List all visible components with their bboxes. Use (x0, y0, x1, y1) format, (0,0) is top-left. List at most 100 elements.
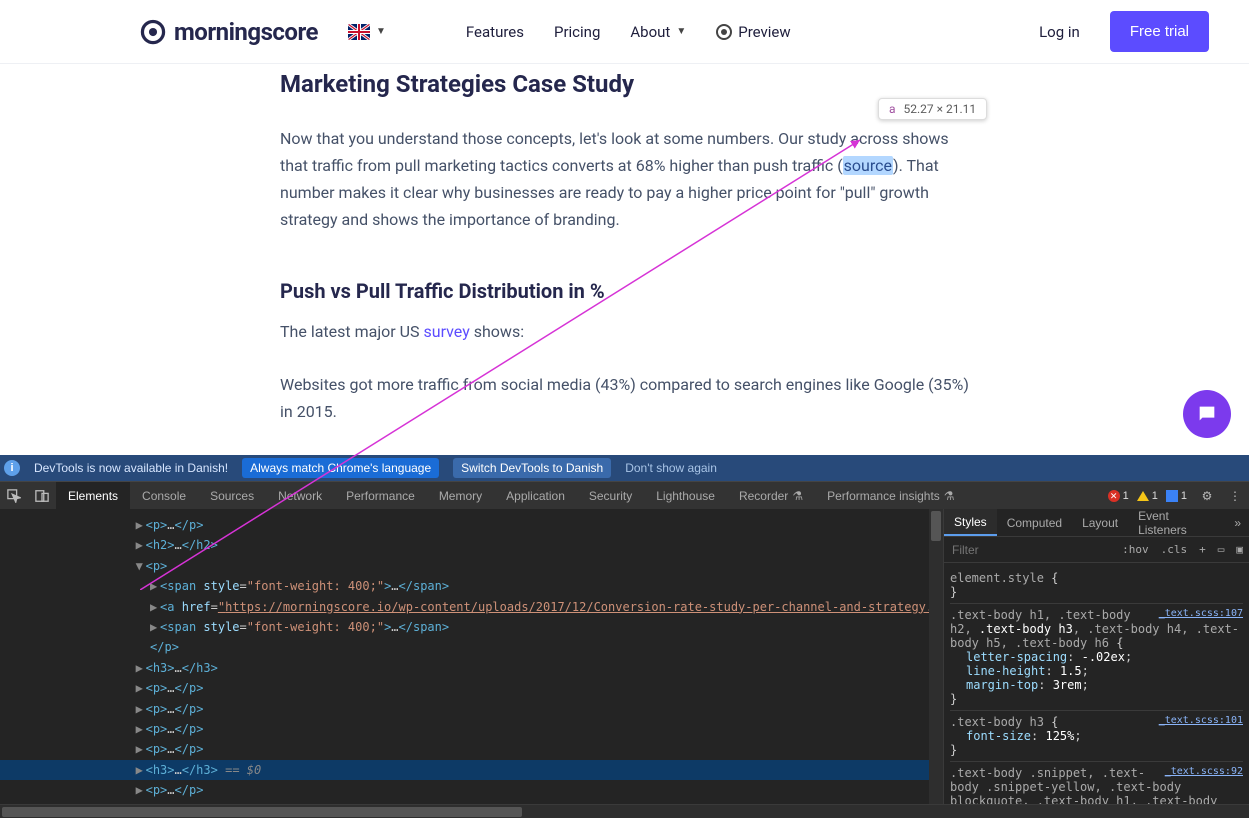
tab-performance[interactable]: Performance (334, 482, 427, 509)
add-rule-button[interactable]: + (1193, 543, 1212, 556)
rule2-src[interactable]: _text.scss:107 (1159, 608, 1243, 619)
dom-node[interactable]: ▶<p>…</p> (20, 678, 929, 698)
styles-filter-row: :hov .cls + ▭ ▣ (944, 537, 1249, 563)
tab-application[interactable]: Application (494, 482, 577, 509)
source-link-label: source (843, 156, 893, 175)
stab-styles[interactable]: Styles (944, 509, 997, 536)
infobar-btn-switch[interactable]: Switch DevTools to Danish (453, 458, 611, 478)
devtools-infobar: i DevTools is now available in Danish! A… (0, 455, 1249, 481)
tooltip-dims: 52.27 × 21.11 (904, 102, 977, 116)
gear-icon[interactable]: ⚙ (1193, 482, 1221, 509)
tab-recorder-label: Recorder (739, 489, 788, 503)
stab-event[interactable]: Event Listeners (1128, 509, 1226, 536)
nav-preview[interactable]: Preview (716, 23, 790, 41)
issue-badges[interactable]: ✕1 1 1 (1102, 482, 1193, 509)
dom-node-selected[interactable]: ▶<h3>…</h3> == $0 (20, 760, 929, 780)
rule-text-body-h3[interactable]: _text.scss:101 .text-body h3 { font-size… (950, 711, 1243, 762)
dom-node[interactable]: ▶<p>…</p> (20, 515, 929, 535)
nav-pricing[interactable]: Pricing (554, 23, 600, 41)
tab-network[interactable]: Network (266, 482, 334, 509)
logo[interactable]: morningscore (140, 18, 318, 46)
info-count: 1 (1181, 490, 1187, 502)
stab-layout[interactable]: Layout (1072, 509, 1128, 536)
source-link[interactable]: source (843, 156, 893, 175)
cls-button[interactable]: .cls (1155, 543, 1194, 556)
devtools-hscroll[interactable] (0, 804, 1249, 818)
dom-node[interactable]: ▶<h3>…</h3> (20, 658, 929, 678)
toggle-icon[interactable]: ▣ (1230, 543, 1249, 556)
devtools-body: ▶<p>…</p> ▶<h2>…</h2> ▼<p> ▶<span style=… (0, 509, 1249, 804)
preview-dot-icon (716, 24, 732, 40)
hov-button[interactable]: :hov (1116, 543, 1155, 556)
main-nav: Features Pricing About ▼ Preview (466, 23, 791, 41)
rule-text-body-headings[interactable]: _text.scss:107 .text-body h1, .text-body… (950, 604, 1243, 711)
styles-tabs: Styles Computed Layout Event Listeners » (944, 509, 1249, 537)
tab-recorder[interactable]: Recorder ⚗ (727, 482, 815, 509)
dom-node[interactable]: ▶<p>…</p> (20, 699, 929, 719)
paragraph-stat: Websites got more traffic from social me… (280, 371, 969, 425)
elements-vscroll[interactable] (929, 509, 943, 804)
dom-node[interactable]: ▶<h2>…</h2> (20, 535, 929, 555)
brand-name: morningscore (174, 18, 318, 46)
nav-preview-label: Preview (738, 23, 790, 41)
tab-perf-insights[interactable]: Performance insights ⚗ (815, 482, 966, 509)
info-icon: i (4, 460, 20, 476)
dom-node[interactable]: </p> (20, 637, 929, 657)
styles-panel: Styles Computed Layout Event Listeners »… (943, 509, 1249, 804)
heading-distribution: Push vs Pull Traffic Distribution in % (280, 274, 969, 308)
caret-down-icon: ▼ (376, 26, 386, 37)
chevron-right-icon[interactable]: » (1226, 516, 1249, 530)
tab-elements[interactable]: Elements (56, 482, 130, 509)
devtools: i DevTools is now available in Danish! A… (0, 455, 1249, 818)
dom-node[interactable]: ▼<p> (20, 556, 929, 576)
info-badge-icon (1166, 490, 1178, 502)
beaker-icon: ⚗ (792, 489, 803, 503)
device-toggle-icon[interactable] (28, 482, 56, 509)
inspect-tool-icon[interactable] (0, 482, 28, 509)
survey-link[interactable]: survey (424, 322, 470, 341)
error-count: 1 (1123, 490, 1129, 502)
warn-count: 1 (1152, 490, 1158, 502)
article-body: Marketing Strategies Case Study Now that… (0, 64, 1249, 505)
login-link[interactable]: Log in (1039, 23, 1080, 41)
heading-case-study: Marketing Strategies Case Study (280, 64, 969, 105)
warn-badge-icon (1137, 491, 1149, 501)
survey-text-b: shows: (470, 322, 524, 341)
dom-node[interactable]: ▶<span style="font-weight: 400;">…</span… (20, 576, 929, 596)
tab-perf-insights-label: Performance insights (827, 489, 940, 503)
chat-icon (1196, 403, 1218, 425)
stab-computed[interactable]: Computed (997, 509, 1072, 536)
dom-node[interactable]: ▶<span style="font-weight: 400;">…</span… (20, 617, 929, 637)
styles-rules[interactable]: element.style {} _text.scss:107 .text-bo… (944, 563, 1249, 804)
tab-memory[interactable]: Memory (427, 482, 494, 509)
infobar-btn-match[interactable]: Always match Chrome's language (242, 458, 439, 478)
flag-uk-icon (348, 24, 370, 40)
rule3-src[interactable]: _text.scss:101 (1159, 715, 1243, 726)
dom-node[interactable]: ▶<a href="https://morningscore.io/wp-con… (20, 597, 929, 617)
free-trial-button[interactable]: Free trial (1110, 11, 1209, 52)
rule-element-style[interactable]: element.style {} (950, 567, 1243, 604)
infobar-msg: DevTools is now available in Danish! (34, 461, 228, 475)
kebab-icon[interactable]: ⋮ (1221, 482, 1249, 509)
site-header: morningscore ▼ Features Pricing About ▼ … (0, 0, 1249, 64)
rule-text-body-many[interactable]: _text.scss:92 .text-body .snippet, .text… (950, 762, 1243, 804)
chat-fab[interactable] (1183, 390, 1231, 438)
tab-console[interactable]: Console (130, 482, 198, 509)
error-badge-icon: ✕ (1108, 490, 1120, 502)
tab-security[interactable]: Security (577, 482, 644, 509)
elements-panel[interactable]: ▶<p>…</p> ▶<h2>…</h2> ▼<p> ▶<span style=… (0, 509, 929, 804)
nav-features[interactable]: Features (466, 23, 524, 41)
infobar-dismiss[interactable]: Don't show again (625, 461, 717, 475)
nav-about[interactable]: About ▼ (630, 23, 686, 41)
tab-sources[interactable]: Sources (198, 482, 266, 509)
beaker-icon: ⚗ (944, 489, 955, 503)
language-selector[interactable]: ▼ (348, 24, 386, 40)
dom-node[interactable]: ▶<p>…</p> (20, 719, 929, 739)
dom-node[interactable]: ▶<p>…</p> (20, 780, 929, 800)
tab-lighthouse[interactable]: Lighthouse (644, 482, 727, 509)
survey-text-a: The latest major US (280, 322, 424, 341)
styles-filter-input[interactable] (944, 543, 1116, 557)
dom-node[interactable]: ▶<p>…</p> (20, 739, 929, 759)
device-icon[interactable]: ▭ (1212, 543, 1231, 556)
rule4-src[interactable]: _text.scss:92 (1165, 766, 1243, 777)
